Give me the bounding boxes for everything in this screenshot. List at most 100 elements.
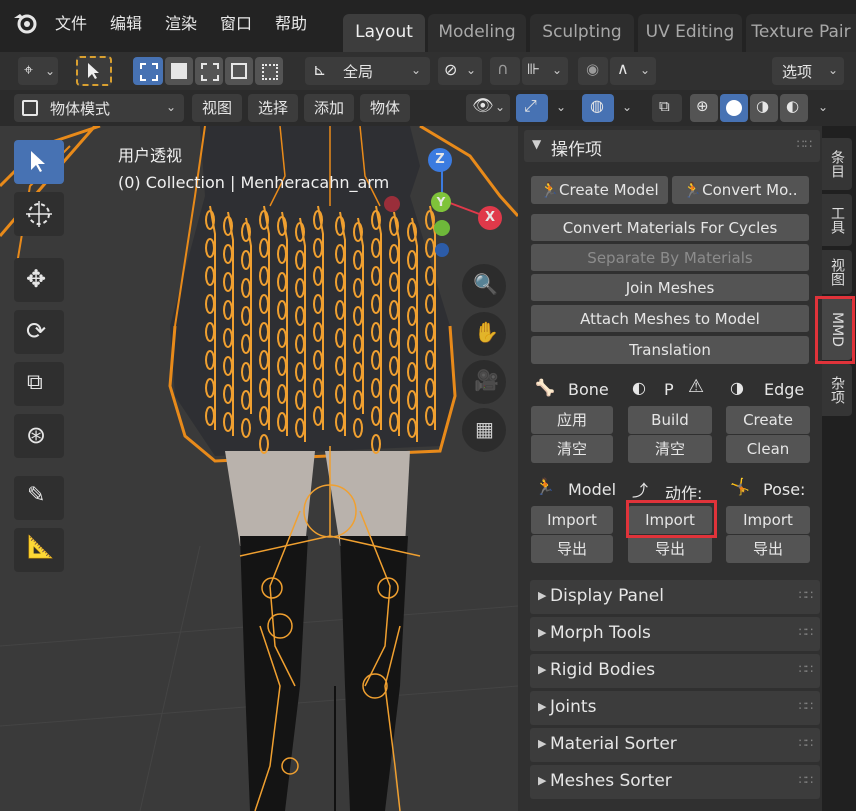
move-tool[interactable]: ✥	[14, 258, 64, 302]
tab-tool[interactable]: 工具	[822, 194, 852, 246]
hand-icon: ✋	[474, 320, 499, 344]
section-joints[interactable]: ▶ Joints ∷∷	[530, 691, 820, 725]
transform-tool[interactable]: ⊛	[14, 414, 64, 458]
object-mode-select[interactable]: 物体模式 ⌄	[14, 94, 184, 122]
perspective-toggle-button[interactable]: ▦	[462, 408, 506, 452]
section-meshes-sorter[interactable]: ▶ Meshes Sorter ∷∷	[530, 765, 820, 799]
separate-by-materials-button[interactable]: Separate By Materials	[531, 244, 809, 272]
falloff-button[interactable]: ∧ ⌄	[610, 57, 656, 85]
shading-solid-button[interactable]	[720, 94, 748, 122]
gizmo-axis-y[interactable]: Y	[431, 192, 451, 212]
pencil-icon: ✎	[27, 483, 46, 508]
edge-clean-button[interactable]: Clean	[726, 435, 810, 463]
shading-material-button[interactable]: ◑	[750, 94, 778, 122]
join-meshes-button[interactable]: Join Meshes	[531, 274, 809, 302]
menu-view[interactable]: 视图	[192, 94, 242, 122]
translation-button[interactable]: Translation	[531, 336, 809, 364]
tab-item[interactable]: 条目	[822, 138, 852, 190]
pan-button[interactable]: ✋	[462, 312, 506, 356]
dashed-rect-icon	[140, 63, 158, 81]
tab-view[interactable]: 视图	[822, 250, 852, 294]
bone-clear-button[interactable]: 清空	[531, 435, 613, 463]
select-mode-invert-button[interactable]	[225, 57, 253, 85]
menu-help[interactable]: 帮助	[275, 10, 307, 34]
blender-logo-icon[interactable]	[12, 10, 38, 36]
person-icon: 🏃	[683, 181, 703, 199]
gizmo-axis-z[interactable]: Z	[428, 148, 452, 172]
select-mode-intersect-button[interactable]	[255, 57, 283, 85]
section-rigid-bodies[interactable]: ▶ Rigid Bodies ∷∷	[530, 654, 820, 688]
chevron-down-icon[interactable]: ⌄	[622, 100, 632, 114]
tab-texture-paint[interactable]: Texture Pair	[746, 14, 856, 52]
chevron-down-icon[interactable]: ⌄	[818, 100, 828, 114]
cursor-tool[interactable]	[14, 192, 64, 236]
menu-edit[interactable]: 编辑	[110, 10, 142, 34]
tab-sculpting[interactable]: Sculpting	[530, 14, 634, 52]
select-box-tool[interactable]	[14, 140, 64, 184]
menu-render[interactable]: 渲染	[165, 10, 197, 34]
tab-uv-editing[interactable]: UV Editing	[638, 14, 742, 52]
overlay-toggle-button[interactable]: ◍	[582, 94, 614, 122]
transform-pivot-button[interactable]: ⌖ ⌄	[18, 57, 58, 85]
xray-toggle-button[interactable]: ⧉	[652, 94, 682, 122]
select-mode-subtract-button[interactable]	[195, 57, 223, 85]
camera-view-button[interactable]: 🎥	[462, 360, 506, 404]
snap-toggle-button[interactable]: ∩	[490, 57, 520, 85]
snap-target-button[interactable]: ⊪ ⌄	[522, 57, 568, 85]
tab-modeling[interactable]: Modeling	[428, 14, 526, 52]
bone-apply-button[interactable]: 应用	[531, 406, 613, 434]
select-mode-new-button[interactable]	[133, 57, 163, 85]
annotate-tool[interactable]: ✎	[14, 476, 64, 520]
zoom-button[interactable]: 🔍	[462, 264, 506, 308]
convert-materials-button[interactable]: Convert Materials For Cycles	[531, 214, 809, 242]
transform-orientation-select[interactable]: ⊾ 全局 ⌄	[305, 57, 430, 85]
convert-model-button[interactable]: 🏃Convert Mo..	[672, 176, 809, 204]
menu-select[interactable]: 选择	[248, 94, 298, 122]
model-export-button[interactable]: 导出	[531, 535, 613, 563]
chevron-down-icon[interactable]: ⌄	[556, 100, 566, 114]
3d-viewport[interactable]: 用户透视 (0) Collection | Menheracahn_arm Z …	[0, 126, 518, 811]
measure-tool[interactable]: 📐	[14, 528, 64, 572]
tab-misc[interactable]: 杂项	[822, 364, 852, 416]
shading-wireframe-button[interactable]: ⊕	[690, 94, 718, 122]
create-model-button[interactable]: 🏃Create Model	[531, 176, 668, 204]
select-mode-extend-button[interactable]	[165, 57, 193, 85]
snap-pivot-button[interactable]: ⊘ ⌄	[438, 57, 482, 85]
invert-rect-icon	[231, 63, 247, 79]
pose-import-button[interactable]: Import	[726, 506, 810, 534]
navigation-gizmo[interactable]: Z Y X	[380, 142, 510, 272]
model-import-button[interactable]: Import	[531, 506, 613, 534]
shading-rendered-button[interactable]: ◐	[780, 94, 808, 122]
pose-export-button[interactable]: 导出	[726, 535, 810, 563]
proportional-edit-button[interactable]: ◉	[578, 57, 608, 85]
edge-create-button[interactable]: Create	[726, 406, 810, 434]
attach-meshes-button[interactable]: Attach Meshes to Model	[531, 305, 809, 333]
rotate-tool[interactable]: ⟳	[14, 310, 64, 354]
scale-tool[interactable]: ⧉	[14, 362, 64, 406]
tab-layout[interactable]: Layout	[343, 14, 425, 52]
operations-title: 操作项	[551, 140, 602, 160]
menu-object[interactable]: 物体	[360, 94, 410, 122]
motion-export-button[interactable]: 导出	[628, 535, 712, 563]
highlight-box-mmd-tab	[815, 296, 855, 364]
physics-build-button[interactable]: Build	[628, 406, 712, 434]
options-dropdown[interactable]: 选项 ⌄	[772, 57, 844, 85]
gizmo-toggle-button[interactable]: ⤢	[516, 94, 548, 122]
overlay-icon: ◍	[590, 96, 604, 115]
section-material-sorter[interactable]: ▶ Material Sorter ∷∷	[530, 728, 820, 762]
chevron-down-icon: ⌄	[552, 63, 563, 77]
select-tool-button[interactable]	[76, 56, 112, 86]
gizmo-axis-x[interactable]: X	[478, 206, 502, 230]
p-label: P	[664, 380, 674, 399]
operations-panel-header[interactable]: ▼ 操作项 ∷∷	[524, 130, 820, 162]
visibility-button[interactable]: 👁 ⌄	[466, 94, 510, 122]
physics-clear-button[interactable]: 清空	[628, 435, 712, 463]
section-morph-tools[interactable]: ▶ Morph Tools ∷∷	[530, 617, 820, 651]
menu-add[interactable]: 添加	[304, 94, 354, 122]
bone-label: Bone	[568, 380, 609, 399]
material-sphere-icon: ◑	[756, 97, 770, 115]
menu-file[interactable]: 文件	[55, 10, 87, 34]
edge-label: Edge	[764, 380, 805, 399]
section-display-panel[interactable]: ▶ Display Panel ∷∷	[530, 580, 820, 614]
menu-window[interactable]: 窗口	[220, 10, 252, 34]
